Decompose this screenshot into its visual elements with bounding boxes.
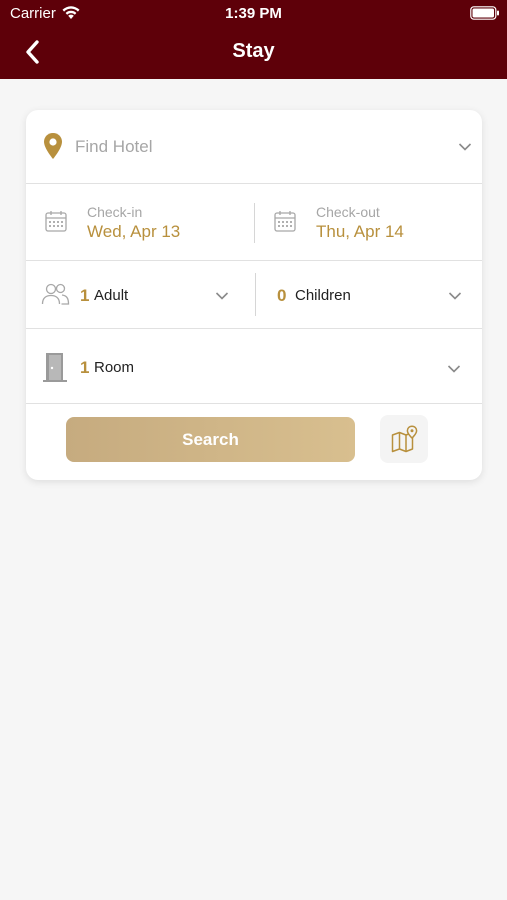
chevron-down-icon[interactable]	[447, 364, 461, 374]
guests-row: 1 Adult 0 Children	[26, 261, 482, 329]
page-title: Stay	[232, 40, 275, 62]
map-pin-icon	[391, 425, 418, 453]
find-hotel-field[interactable]: Find Hotel	[26, 110, 482, 184]
children-label: Children	[295, 287, 351, 304]
people-icon	[41, 283, 70, 305]
booking-form-card: Find Hotel Check-in Wed, Apr 13 Check-ou…	[26, 110, 482, 480]
room-selector[interactable]: 1 Room	[26, 329, 482, 404]
calendar-icon	[274, 211, 296, 232]
adults-label: Adult	[94, 287, 129, 304]
adults-selector[interactable]: 1 Adult	[26, 261, 255, 328]
checkout-field[interactable]: Check-out Thu, Apr 14	[255, 184, 482, 260]
map-view-button[interactable]	[380, 415, 428, 463]
location-pin-icon	[44, 133, 62, 159]
find-hotel-placeholder: Find Hotel	[75, 137, 153, 156]
chevron-down-icon[interactable]	[215, 291, 229, 301]
status-time: 1:39 PM	[225, 5, 282, 22]
checkin-date: Wed, Apr 13	[87, 222, 181, 241]
calendar-icon	[45, 211, 67, 232]
chevron-down-icon[interactable]	[448, 291, 462, 301]
checkin-label: Check-in	[87, 204, 143, 220]
dates-row: Check-in Wed, Apr 13 Check-out Thu, Apr …	[26, 184, 482, 261]
adults-count: 1	[80, 286, 90, 305]
room-label: Room	[94, 359, 135, 376]
battery-icon	[470, 6, 499, 20]
top-bar: Carrier 1:39 PM Stay	[0, 0, 507, 79]
chevron-down-icon[interactable]	[458, 142, 472, 152]
door-icon	[43, 353, 67, 382]
room-count: 1	[80, 358, 90, 377]
children-count: 0	[277, 286, 287, 305]
children-selector[interactable]: 0 Children	[256, 261, 482, 328]
status-bar: Carrier 1:39 PM	[0, 0, 507, 28]
checkout-date: Thu, Apr 14	[316, 222, 404, 241]
checkout-label: Check-out	[316, 204, 380, 220]
checkin-field[interactable]: Check-in Wed, Apr 13	[26, 184, 254, 260]
search-button[interactable]: Search	[66, 417, 355, 462]
